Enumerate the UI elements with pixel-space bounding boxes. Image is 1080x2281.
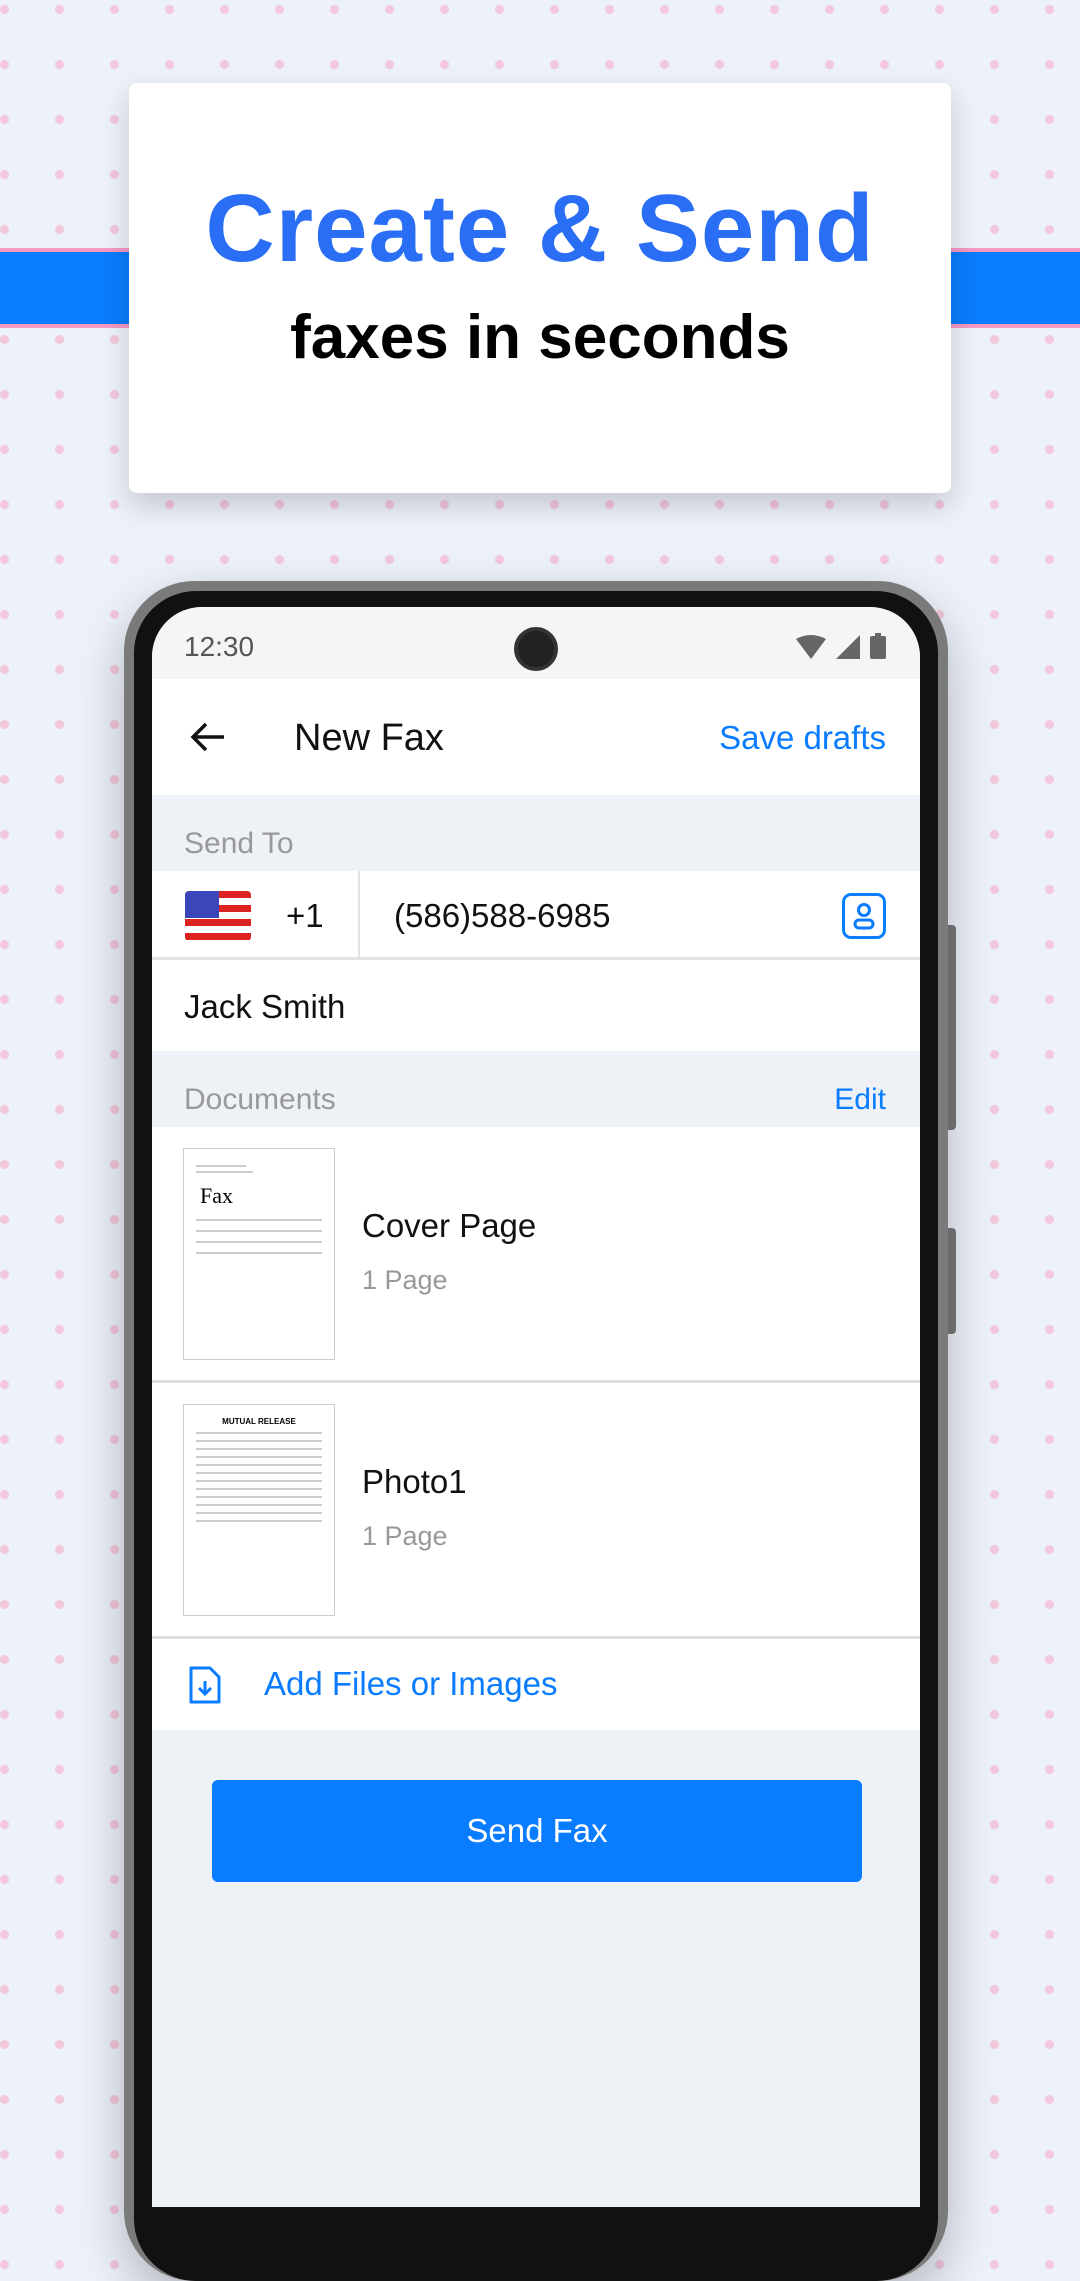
wifi-icon — [796, 635, 826, 659]
app-bar: New Fax Save drafts — [152, 679, 920, 795]
battery-icon — [870, 633, 886, 659]
document-name: Cover Page — [362, 1207, 537, 1244]
recipient-name-row: Jack Smith — [152, 960, 920, 1051]
volume-button — [948, 925, 956, 1130]
document-name: Photo1 — [362, 1463, 467, 1500]
document-pages: 1 Page — [362, 1521, 448, 1551]
camera-icon — [514, 627, 558, 671]
country-code[interactable]: +1 — [286, 897, 324, 935]
phone-screen: 12:30 New Fax Save drafts Send To +1 (58… — [152, 607, 920, 2207]
thumbnail-title: Fax — [200, 1183, 233, 1208]
documents-header: Documents Edit — [152, 1051, 920, 1127]
page-title: New Fax — [294, 717, 444, 759]
edit-button[interactable]: Edit — [834, 1083, 886, 1117]
promo-headline: Create & Send — [205, 175, 875, 282]
power-button — [948, 1228, 956, 1334]
send-to-header: Send To — [152, 795, 920, 871]
contacts-icon[interactable] — [842, 893, 886, 939]
document-thumbnail: Fax — [183, 1148, 335, 1360]
add-files-button[interactable]: Add Files or Images — [152, 1639, 920, 1730]
thumbnail-title: MUTUAL RELEASE — [222, 1417, 296, 1426]
file-download-icon — [189, 1666, 221, 1704]
document-item[interactable]: Fax Cover Page 1 Page — [152, 1127, 920, 1383]
divider — [358, 871, 360, 957]
us-flag-icon[interactable] — [185, 891, 251, 941]
document-thumbnail: MUTUAL RELEASE — [183, 1404, 335, 1616]
documents-label: Documents — [184, 1083, 336, 1116]
document-pages: 1 Page — [362, 1265, 448, 1295]
fax-number-row: +1 (586)588-6985 — [152, 871, 920, 960]
promo-card: Create & Send faxes in seconds — [129, 83, 951, 493]
save-drafts-button[interactable]: Save drafts — [719, 719, 886, 757]
send-to-label: Send To — [184, 827, 294, 860]
status-bar: 12:30 — [152, 607, 920, 679]
fax-number-input[interactable]: (586)588-6985 — [394, 897, 611, 935]
status-time: 12:30 — [184, 631, 255, 662]
signal-icon — [836, 635, 860, 659]
add-files-label: Add Files or Images — [264, 1665, 558, 1702]
back-arrow-icon[interactable] — [188, 717, 228, 757]
send-fax-button[interactable]: Send Fax — [212, 1780, 862, 1882]
promo-subline: faxes in seconds — [290, 303, 790, 372]
recipient-name-input[interactable]: Jack Smith — [184, 988, 345, 1026]
document-item[interactable]: MUTUAL RELEASE Photo1 1 Page — [152, 1383, 920, 1639]
